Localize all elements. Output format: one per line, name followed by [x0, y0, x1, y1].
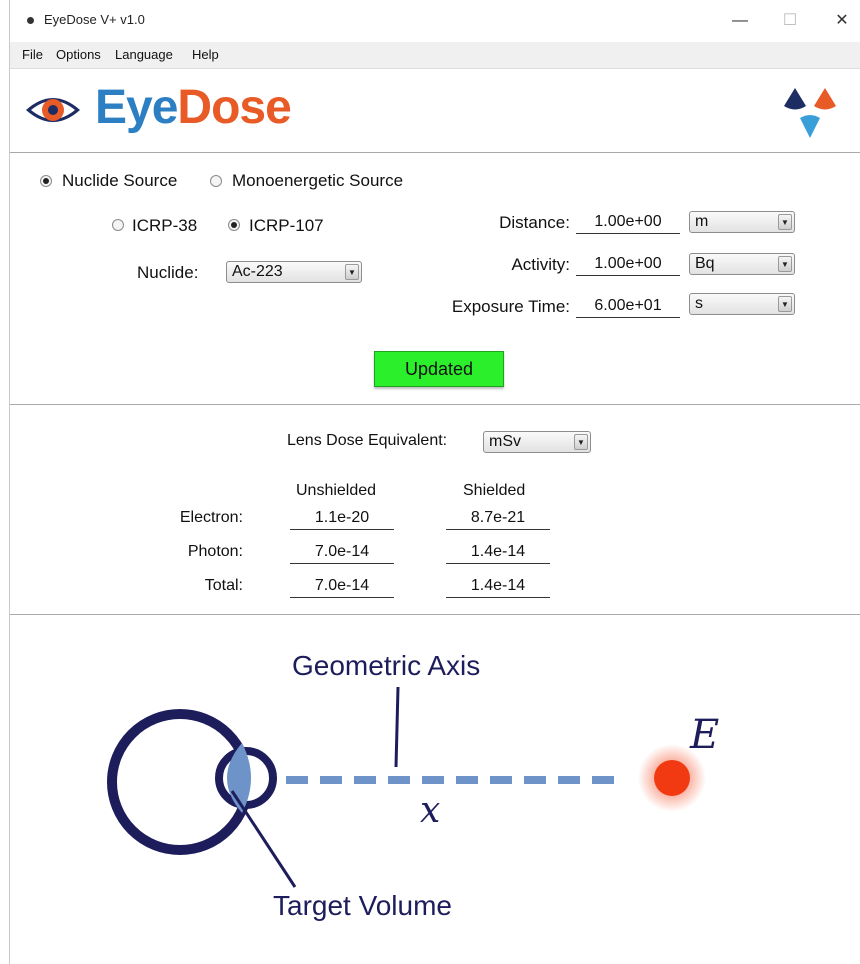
energy-symbol: E: [690, 712, 720, 758]
electron-label: Electron:: [179, 509, 243, 526]
chevron-down-icon: ▼: [574, 434, 588, 450]
icrp38-label: ICRP-38: [132, 216, 198, 235]
activity-label: Activity:: [511, 255, 570, 274]
dose-unit-select[interactable]: mSv ▼: [483, 431, 591, 453]
minimize-button[interactable]: —: [726, 8, 754, 34]
total-label: Total:: [204, 577, 243, 594]
point-source: [654, 760, 690, 796]
electron-shielded-value: 8.7e-21: [446, 507, 550, 530]
activity-input[interactable]: 1.00e+00: [576, 253, 680, 276]
eye-logo-icon: [26, 98, 80, 122]
exposure-time-input[interactable]: 6.00e+01: [576, 295, 680, 318]
chevron-down-icon: ▼: [778, 296, 792, 312]
divider-middle: [10, 404, 860, 405]
geometric-axis-label: Geometric Axis: [292, 650, 481, 681]
photon-label: Photon:: [187, 543, 243, 560]
logo-eye-text: Eye: [95, 81, 178, 134]
logo-dose-text: Dose: [177, 81, 291, 134]
icrp107-radio[interactable]: [228, 219, 240, 231]
monoenergetic-source-label: Monoenergetic Source: [232, 171, 404, 190]
maximize-button[interactable]: ☐: [776, 8, 804, 34]
activity-unit-select[interactable]: Bq ▼: [689, 253, 795, 275]
nuclide-source-radio[interactable]: [40, 175, 52, 187]
exposure-unit-select[interactable]: s ▼: [689, 293, 795, 315]
exposure-time-label: Exposure Time:: [451, 297, 570, 316]
activity-unit-value: Bq: [695, 255, 715, 272]
icrp38-radio[interactable]: [112, 219, 124, 231]
target-volume-label: Target Volume: [273, 890, 452, 921]
shielded-header: Shielded: [463, 482, 526, 499]
chevron-down-icon: ▼: [778, 256, 792, 272]
window-title: EyeDose V+ v1.0: [44, 12, 145, 27]
distance-unit-value: m: [695, 213, 709, 230]
chevron-down-icon: ▼: [345, 264, 359, 280]
lens-dose-label: Lens Dose Equivalent:: [287, 432, 448, 449]
divider-top: [10, 152, 860, 153]
menu-language[interactable]: Language: [115, 47, 173, 62]
total-unshielded-value: 7.0e-14: [290, 575, 394, 598]
close-button[interactable]: ✕: [828, 8, 856, 34]
electron-unshielded-value: 1.1e-20: [290, 507, 394, 530]
photon-shielded-value: 1.4e-14: [446, 541, 550, 564]
menu-file[interactable]: File: [22, 47, 43, 62]
update-button[interactable]: Updated: [374, 351, 504, 387]
menu-help[interactable]: Help: [192, 47, 219, 62]
nuclide-source-label: Nuclide Source: [62, 171, 178, 190]
axis-leader-line: [394, 686, 400, 768]
nuclide-select[interactable]: Ac-223 ▼: [226, 261, 362, 283]
distance-label: Distance:: [499, 213, 570, 232]
target-leader-line: [230, 790, 297, 888]
chevron-down-icon: ▼: [778, 214, 792, 230]
app-icon: [27, 17, 34, 24]
nuclide-select-value: Ac-223: [232, 263, 283, 280]
distance-symbol: x: [420, 790, 441, 831]
total-shielded-value: 1.4e-14: [446, 575, 550, 598]
monoenergetic-source-radio[interactable]: [210, 175, 222, 187]
unshielded-header: Unshielded: [296, 482, 377, 499]
exposure-unit-value: s: [695, 295, 703, 312]
app-logo: EyeDose: [95, 78, 292, 138]
radiation-trefoil-icon: [784, 88, 836, 138]
photon-unshielded-value: 7.0e-14: [290, 541, 394, 564]
distance-input[interactable]: 1.00e+00: [576, 211, 680, 234]
dose-unit-value: mSv: [489, 433, 521, 450]
distance-unit-select[interactable]: m ▼: [689, 211, 795, 233]
icrp107-label: ICRP-107: [249, 216, 324, 235]
nuclide-label: Nuclide:: [137, 263, 199, 282]
menu-options[interactable]: Options: [56, 47, 101, 62]
